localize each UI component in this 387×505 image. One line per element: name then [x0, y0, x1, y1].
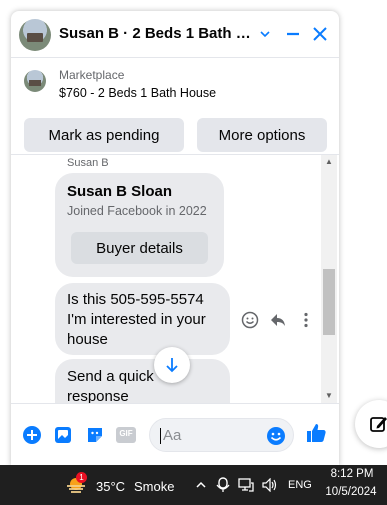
chat-title[interactable]: Susan B · 2 Beds 1 Bath House: [59, 25, 251, 42]
mark-as-pending-button[interactable]: Mark as pending: [24, 118, 184, 152]
thumbs-up-icon[interactable]: [305, 422, 327, 444]
reply-icon[interactable]: [268, 310, 288, 330]
item-thumbnail[interactable]: [24, 70, 46, 92]
sender-name: Susan B: [67, 157, 109, 169]
meet-now-icon[interactable]: [215, 477, 231, 493]
message-input[interactable]: Aa: [149, 418, 294, 452]
more-options-button[interactable]: More options: [197, 118, 327, 152]
weather-temperature[interactable]: 35°C: [96, 479, 125, 494]
clock-time[interactable]: 8:12 PM: [329, 468, 375, 480]
joined-text: Joined Facebook in 2022: [67, 204, 207, 218]
notification-badge: 1: [76, 472, 87, 483]
new-message-button[interactable]: [355, 400, 387, 448]
profile-name: Susan B Sloan: [67, 183, 173, 200]
message-bubble[interactable]: Send a quick response: [55, 359, 230, 403]
chevron-up-icon[interactable]: [193, 477, 209, 493]
minimize-icon[interactable]: [282, 23, 304, 45]
text-caret: [160, 428, 161, 444]
gif-icon[interactable]: GIF: [115, 424, 137, 446]
chat-window: Susan B · 2 Beds 1 Bath House Marketplac…: [11, 11, 339, 466]
plus-circle-icon[interactable]: [21, 424, 43, 446]
weather-condition[interactable]: Smoke: [134, 479, 174, 494]
more-vertical-icon[interactable]: [296, 310, 316, 330]
scroll-down-arrow-icon[interactable]: ▼: [325, 391, 333, 400]
gif-label: GIF: [119, 429, 133, 438]
arrow-down-icon: [166, 358, 178, 373]
marketplace-label: Marketplace: [59, 68, 125, 82]
scroll-thumb[interactable]: [323, 269, 335, 335]
emoji-icon[interactable]: [266, 426, 286, 446]
message-text: Send a quick response: [67, 368, 154, 403]
clock-date[interactable]: 10/5/2024: [323, 486, 379, 498]
buyer-details-button[interactable]: Buyer details: [71, 232, 208, 264]
profile-card: Susan B Sloan Joined Facebook in 2022 Bu…: [55, 173, 224, 277]
sticker-icon[interactable]: [84, 424, 106, 446]
scroll-to-bottom-button[interactable]: [154, 347, 190, 383]
marketplace-item-bar: Marketplace $760 - 2 Beds 1 Bath House M…: [11, 58, 339, 155]
windows-taskbar: 1 35°C Smoke ENG 8:12 PM 10/5/2024: [0, 465, 387, 505]
item-price-title[interactable]: $760 - 2 Beds 1 Bath House: [59, 86, 216, 100]
message-list[interactable]: Susan B Susan B Sloan Joined Facebook in…: [11, 155, 339, 403]
scroll-up-arrow-icon[interactable]: ▲: [325, 157, 333, 166]
message-scrollbar[interactable]: ▲ ▼: [321, 155, 337, 403]
volume-icon[interactable]: [262, 477, 278, 493]
emoji-react-icon[interactable]: [240, 310, 260, 330]
compose-icon: [369, 414, 387, 434]
chat-header[interactable]: Susan B · 2 Beds 1 Bath House: [11, 11, 339, 58]
close-icon[interactable]: [309, 23, 331, 45]
photo-icon[interactable]: [52, 424, 74, 446]
message-input-placeholder: Aa: [163, 427, 182, 444]
network-icon[interactable]: [238, 477, 254, 493]
composer-bar: GIF Aa: [11, 403, 339, 466]
language-indicator[interactable]: ENG: [288, 479, 312, 491]
message-bubble[interactable]: Is this 505-595-5574 I'm interested in y…: [55, 283, 230, 355]
message-text: Is this 505-595-5574 I'm interested in y…: [67, 291, 206, 348]
chevron-down-icon[interactable]: [254, 23, 276, 45]
listing-avatar[interactable]: [19, 19, 51, 51]
